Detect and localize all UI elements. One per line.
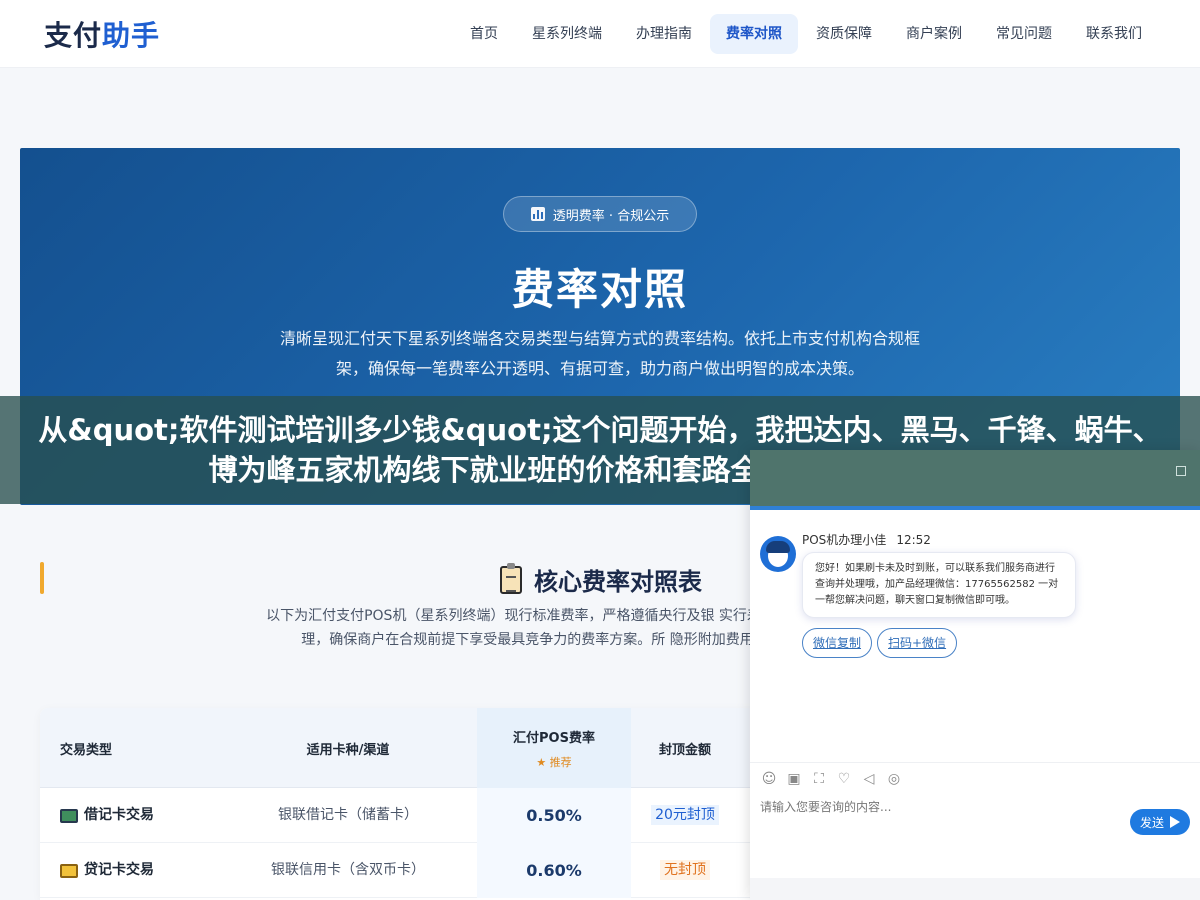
hero-badge: 透明费率 · 合规公示 bbox=[503, 196, 697, 232]
chat-footer bbox=[750, 878, 1200, 900]
chat-input[interactable]: 请输入您要咨询的内容... bbox=[760, 798, 891, 815]
cell-card: 银联信用卡（含双币卡） bbox=[271, 862, 425, 878]
site-logo[interactable]: 支付助手 bbox=[44, 14, 160, 54]
chat-header-accent bbox=[750, 506, 1200, 510]
hero-description: 清晰呈现汇付天下星系列终端各交易类型与结算方式的费率结构。依托上市支付机构合规框… bbox=[279, 329, 920, 378]
emoji-icon[interactable]: ☺ bbox=[760, 770, 778, 788]
copy-wechat-button[interactable]: 微信复制 bbox=[802, 628, 873, 658]
logo-text-part1: 支付 bbox=[44, 19, 103, 52]
debit-card-icon bbox=[60, 808, 78, 823]
header-card-channel: 适用卡种/渠道 bbox=[306, 742, 390, 758]
cell-type-label: 贷记卡交易 bbox=[84, 862, 154, 878]
clipboard-icon bbox=[500, 562, 522, 594]
site-header: 支付助手 首页 星系列终端 办理指南 费率对照 资质保障 商户案例 常见问题 联… bbox=[0, 0, 1200, 68]
rate-table: 交易类型 适用卡种/渠道 汇付POS费率 ★ 推荐 封顶金额 借记卡交易 银联借… bbox=[40, 708, 760, 900]
table-row: 借记卡交易 银联借记卡（储蓄卡） 0.50% 20元封顶 bbox=[40, 788, 760, 843]
nav-contact[interactable]: 联系我们 bbox=[1070, 14, 1158, 54]
send-icon bbox=[1170, 816, 1180, 828]
cap-tag: 无封顶 bbox=[660, 860, 710, 880]
table-header: 交易类型 适用卡种/渠道 汇付POS费率 ★ 推荐 封顶金额 bbox=[40, 708, 760, 788]
message-time: 12:52 bbox=[896, 533, 931, 547]
chat-message-bubble: 您好！如果刷卡未及时到账，可以联系我们服务商进行查询并处理哦，加产品经理微信：1… bbox=[802, 552, 1076, 618]
agent-name: POS机办理小佳 bbox=[802, 533, 887, 547]
cell-cap: 无封顶 bbox=[630, 843, 740, 898]
agent-avatar bbox=[760, 536, 796, 572]
wechat-icon[interactable]: ◎ bbox=[885, 770, 903, 788]
nav-faq[interactable]: 常见问题 bbox=[980, 14, 1068, 54]
scan-wechat-button[interactable]: 扫码+微信 bbox=[877, 628, 958, 658]
header-cap: 封顶金额 bbox=[658, 742, 711, 758]
cap-tag: 20元封顶 bbox=[651, 805, 719, 825]
nav-star-terminals[interactable]: 星系列终端 bbox=[516, 14, 618, 54]
mute-icon[interactable]: ◁ bbox=[860, 770, 878, 788]
recommend-badge: ★ 推荐 bbox=[536, 755, 572, 769]
nav-qualification[interactable]: 资质保障 bbox=[800, 14, 888, 54]
section-title-text: 核心费率对照表 bbox=[534, 568, 702, 596]
cell-rate: 0.50% bbox=[526, 806, 582, 825]
chat-divider bbox=[750, 762, 1200, 763]
chat-widget: POS机办理小佳 12:52 您好！如果刷卡未及时到账，可以联系我们服务商进行查询… bbox=[750, 450, 1200, 900]
maximize-icon[interactable] bbox=[1176, 466, 1186, 476]
cell-card: 银联借记卡（储蓄卡） bbox=[278, 807, 418, 823]
rating-icon[interactable]: ♡ bbox=[835, 770, 853, 788]
send-button[interactable]: 发送 bbox=[1130, 809, 1190, 835]
hero-title: 费率对照 bbox=[511, 265, 688, 314]
send-label: 发送 bbox=[1139, 815, 1164, 830]
header-transaction-type: 交易类型 bbox=[60, 742, 113, 758]
cell-type: 贷记卡交易 bbox=[60, 843, 154, 898]
cell-rate: 0.60% bbox=[526, 861, 582, 880]
avatar-hair bbox=[766, 541, 790, 553]
bar-chart-icon bbox=[530, 207, 545, 221]
nav-home[interactable]: 首页 bbox=[454, 14, 514, 54]
nav-guide[interactable]: 办理指南 bbox=[620, 14, 708, 54]
agent-meta: POS机办理小佳 12:52 bbox=[802, 531, 931, 548]
screenshot-icon[interactable]: ⛶ bbox=[810, 770, 828, 788]
section-title: 核心费率对照表 bbox=[500, 562, 702, 597]
logo-text-part2: 助手 bbox=[102, 19, 161, 52]
chat-toolbar: ☺ ▣ ⛶ ♡ ◁ ◎ bbox=[760, 770, 910, 788]
chat-header bbox=[750, 450, 1200, 510]
section-description: 以下为汇付支付POS机（星系列终端）现行标准费率，严格遵循央行及银 实行差异化管… bbox=[266, 608, 803, 648]
table-row: 贷记卡交易 银联信用卡（含双币卡） 0.60% 无封顶 bbox=[40, 843, 760, 898]
credit-card-icon bbox=[60, 863, 78, 878]
nav-rates[interactable]: 费率对照 bbox=[710, 14, 798, 54]
main-nav: 首页 星系列终端 办理指南 费率对照 资质保障 商户案例 常见问题 联系我们 bbox=[452, 14, 1158, 54]
header-rate-label: 汇付POS费率 bbox=[513, 730, 595, 746]
header-rate: 汇付POS费率 ★ 推荐 bbox=[477, 708, 631, 788]
section-accent-bar bbox=[40, 562, 44, 594]
hero-badge-label: 透明费率 · 合规公示 bbox=[552, 208, 670, 224]
image-icon[interactable]: ▣ bbox=[785, 770, 803, 788]
cell-cap: 20元封顶 bbox=[630, 788, 740, 843]
cell-type-label: 借记卡交易 bbox=[84, 807, 154, 823]
cell-type: 借记卡交易 bbox=[60, 788, 154, 843]
nav-cases[interactable]: 商户案例 bbox=[890, 14, 978, 54]
